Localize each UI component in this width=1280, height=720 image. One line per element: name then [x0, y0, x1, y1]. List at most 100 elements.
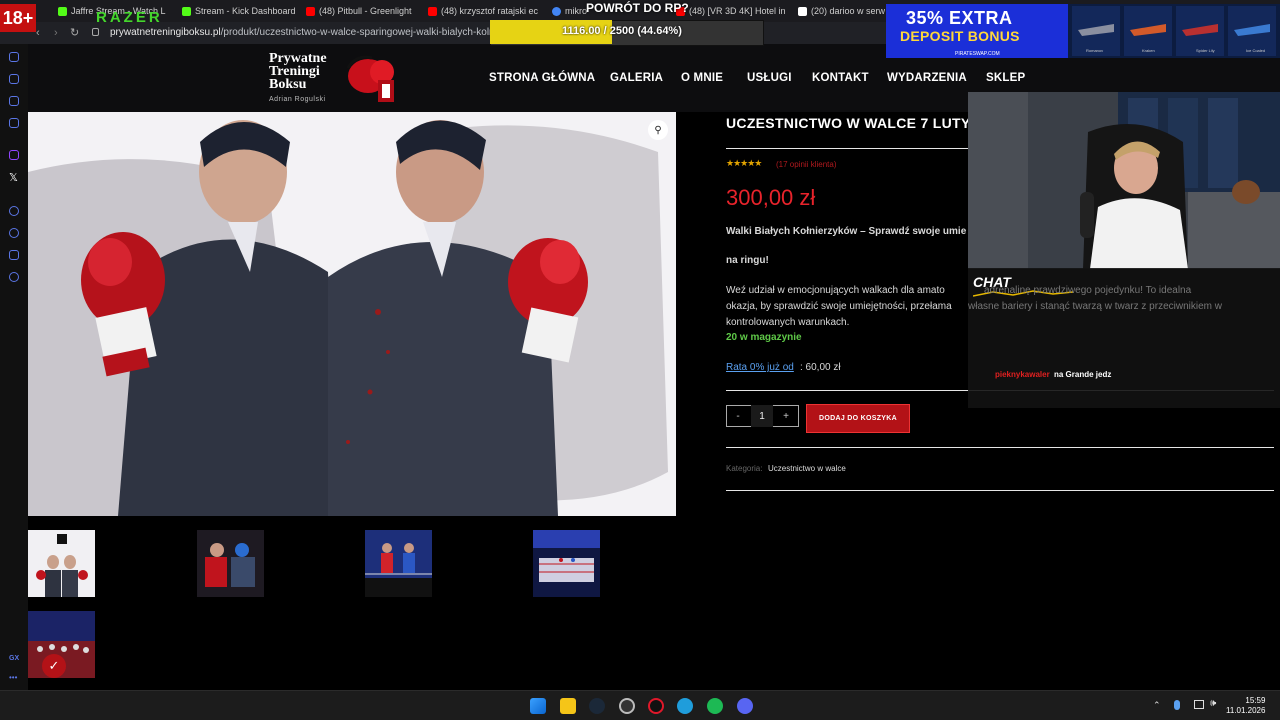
kick-icon — [58, 6, 67, 16]
thumbnail-image — [533, 530, 600, 597]
browser-tab[interactable]: Stream - Kick Dashboard — [182, 3, 302, 19]
url-path: /produkt/uczestnictwo-w-walce-sparingowe… — [220, 27, 506, 38]
promo-subheadline: DEPOSIT BONUS — [900, 28, 1020, 44]
x-icon[interactable]: 𝕏 — [9, 171, 18, 184]
twitch-icon[interactable] — [9, 150, 19, 160]
nav-home[interactable]: STRONA GŁÓWNA — [489, 72, 595, 84]
file-explorer-icon[interactable] — [560, 698, 576, 714]
discord-icon[interactable] — [737, 698, 753, 714]
donation-goal-title: POWRÓT DO RP? — [586, 1, 689, 15]
nav-gallery[interactable]: GALERIA — [610, 72, 663, 84]
more-icon[interactable]: ••• — [9, 673, 17, 682]
clock-time: 15:59 — [1245, 696, 1266, 705]
reload-icon[interactable]: ↻ — [70, 26, 79, 39]
logo-subtitle: Adrian Rogulski — [269, 96, 326, 103]
history-icon[interactable] — [9, 228, 19, 238]
product-intro-continued: na ringu! — [726, 255, 769, 266]
nav-events[interactable]: WYDARZENIA — [887, 72, 967, 84]
product-thumbnail[interactable] — [197, 530, 264, 597]
start-icon[interactable] — [530, 698, 546, 714]
forward-icon[interactable]: › — [54, 27, 58, 39]
tab-label: (48) [VR 3D 4K] Hotel in — [689, 6, 786, 16]
system-clock[interactable]: 15:59 11.01.2026 — [1226, 696, 1265, 716]
mail-icon[interactable] — [9, 118, 19, 128]
aria-icon[interactable] — [9, 74, 19, 84]
tab-label: (20) darioo w serw — [811, 6, 886, 16]
product-thumbnail[interactable] — [28, 530, 95, 597]
razer-logo: RAZER — [96, 9, 163, 26]
add-to-cart-button[interactable]: DODAJ DO KOSZYKA — [806, 404, 910, 433]
boxers-illustration — [28, 112, 676, 516]
tray-chevron-icon[interactable]: ⌃ — [1153, 700, 1161, 711]
product-main-image[interactable] — [28, 112, 676, 516]
url-field[interactable]: prywatnetreningiboksu.pl/produkt/uczestn… — [110, 27, 506, 38]
spotify-icon[interactable] — [707, 698, 723, 714]
thumbnail-image — [197, 530, 264, 597]
logo-line: Boksu — [269, 77, 307, 92]
zoom-icon[interactable]: ⚲ — [648, 120, 668, 140]
skin-label: Kraken — [1142, 48, 1155, 53]
opera-gx-icon[interactable] — [648, 698, 664, 714]
skin-label: Ice Coaled — [1246, 48, 1266, 53]
url-host: prywatnetreningiboksu.pl — [110, 27, 221, 38]
divider — [726, 148, 968, 149]
messenger-icon[interactable] — [9, 96, 19, 106]
x-icon — [798, 6, 807, 16]
quantity-input[interactable]: 1 — [751, 405, 773, 427]
nav-contact[interactable]: KONTAKT — [812, 72, 869, 84]
product-thumbnail[interactable] — [365, 530, 432, 597]
browser-tab[interactable]: (48) [VR 3D 4K] Hotel in — [676, 3, 788, 19]
product-thumbnail[interactable] — [533, 530, 600, 597]
promo-site: PIRATESWAP.COM — [955, 51, 1000, 57]
installment-value: : 60,00 zł — [800, 362, 841, 373]
nav-services[interactable]: USŁUGI — [747, 72, 792, 84]
settings-icon[interactable] — [9, 272, 19, 282]
tab-label: mikro — [565, 6, 587, 16]
back-icon[interactable]: ‹ — [36, 27, 40, 39]
youtube-icon — [428, 6, 437, 16]
category-link[interactable]: Uczestnictwo w walce — [768, 464, 846, 473]
webcam-overlay — [968, 92, 1280, 269]
chat-username: pieknykawaler — [995, 370, 1050, 379]
accessibility-icon[interactable]: ✓ — [42, 654, 66, 678]
steam-icon[interactable] — [589, 698, 605, 714]
product-intro: Walki Białych Kołnierzyków – Sprawdź swo… — [726, 226, 967, 237]
quantity-decrease-button[interactable]: - — [727, 405, 749, 427]
gx-icon[interactable]: GX — [9, 655, 19, 662]
nav-about[interactable]: O MNIE — [681, 72, 723, 84]
browser-tab[interactable]: (20) darioo w serw — [798, 3, 888, 19]
browser-tab[interactable]: (48) krzysztof ratajski ec — [428, 3, 540, 19]
edge-icon[interactable] — [677, 698, 693, 714]
rating-stars: ★★★★★ — [726, 158, 762, 168]
microphone-icon[interactable] — [1174, 700, 1180, 710]
reviews-link[interactable]: (17 opinii klienta) — [776, 160, 836, 169]
speed-dial-icon[interactable] — [9, 52, 19, 62]
streamer-webcam-image — [968, 92, 1280, 269]
site-logo[interactable]: Prywatne Treningi Boksu — [269, 52, 327, 92]
product-description-under-overlay: adrenalinę prawdziwego pojedynku! To ide… — [984, 285, 1192, 296]
thumbnail-image — [28, 530, 95, 597]
donation-goal-text: 1116.00 / 2500 (44.64%) — [562, 25, 682, 37]
volume-icon[interactable]: 🕪 — [1210, 698, 1216, 709]
installment-link[interactable]: Rata 0% już od — [726, 362, 794, 373]
product-description: Weź udział w emocjonujących walkach dla … — [726, 285, 945, 296]
player-icon[interactable] — [9, 206, 19, 216]
stock-status: 20 w magazynie — [726, 332, 802, 343]
clock-date: 11.01.2026 — [1226, 706, 1266, 715]
tab-label: Stream - Kick Dashboard — [195, 6, 296, 16]
promo-headline: 35% EXTRA — [906, 8, 1013, 28]
product-description: okazja, by sprawdzić swoje umiejętności,… — [726, 301, 952, 312]
extensions-icon[interactable] — [9, 250, 19, 260]
browser-tab[interactable]: (48) Pitbull - Greenlight — [306, 3, 418, 19]
kick-icon — [182, 6, 191, 16]
nav-shop[interactable]: SKLEP — [986, 72, 1025, 84]
quantity-increase-button[interactable]: + — [775, 405, 797, 427]
obs-icon[interactable] — [619, 698, 635, 714]
thumbnail-image — [365, 530, 432, 597]
network-icon[interactable] — [1194, 700, 1204, 709]
product-price: 300,00 zł — [726, 185, 816, 210]
chat-message: na Grande jedz — [1054, 370, 1112, 379]
tab-label: (48) Pitbull - Greenlight — [319, 6, 412, 16]
divider — [726, 447, 1274, 448]
google-icon — [552, 6, 561, 16]
